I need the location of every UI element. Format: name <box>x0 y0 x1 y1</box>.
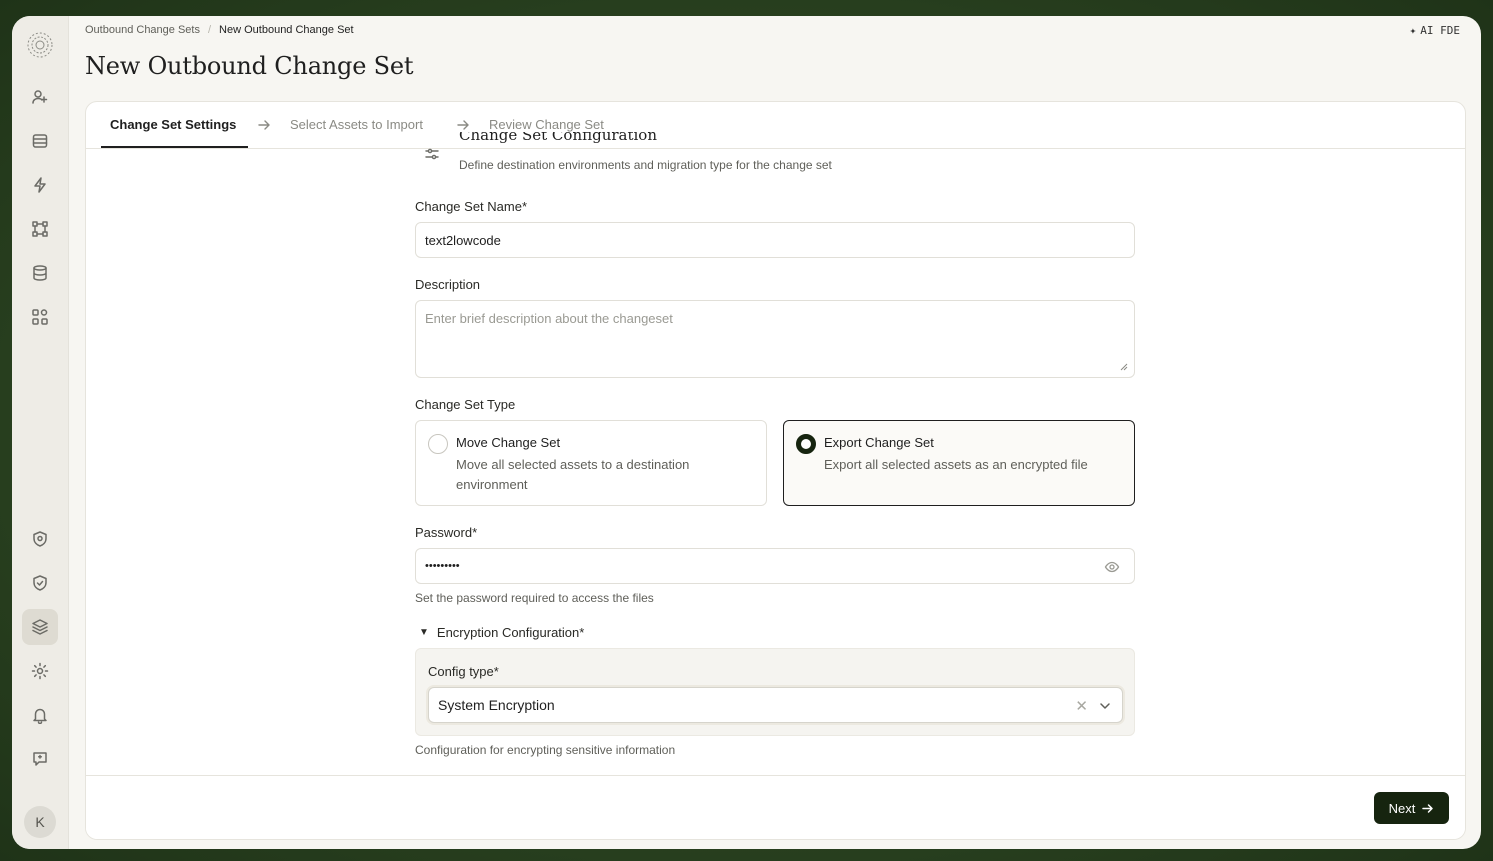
change-set-name-input[interactable]: text2lowcode <box>415 222 1135 258</box>
layers-icon[interactable] <box>22 609 58 645</box>
next-button[interactable]: Next <box>1374 792 1449 824</box>
workflow-icon[interactable] <box>22 211 58 247</box>
bell-icon[interactable] <box>22 697 58 733</box>
feedback-icon[interactable] <box>22 741 58 777</box>
password-value: ••••••••• <box>425 560 460 572</box>
chevron-down-icon[interactable] <box>1098 699 1112 713</box>
section-title: Change Set Configuration <box>459 132 658 144</box>
tab-review-change-set[interactable]: Review Change Set <box>489 117 604 132</box>
password-input[interactable]: ••••••••• <box>415 548 1135 584</box>
storage-icon[interactable] <box>22 255 58 291</box>
breadcrumb-parent[interactable]: Outbound Change Sets <box>85 24 200 36</box>
encryption-help: Configuration for encrypting sensitive i… <box>415 743 676 757</box>
database-table-icon[interactable] <box>22 123 58 159</box>
move-change-set-option[interactable]: Move Change Set Move all selected assets… <box>415 420 767 506</box>
radio-selected[interactable] <box>796 434 816 454</box>
encryption-config-toggle[interactable]: ▼ Encryption Configuration* <box>419 625 584 640</box>
active-tab-indicator <box>101 146 248 148</box>
arrow-right-icon <box>256 117 272 133</box>
sparkle-icon: ✦ <box>1409 24 1417 37</box>
encryption-config-panel: Config type* System Encryption ✕ <box>415 648 1135 736</box>
section-header: Change Set Configuration Define destinat… <box>415 132 1135 172</box>
option-title: Export Change Set <box>824 435 934 450</box>
option-description: Move all selected assets to a destinatio… <box>456 457 690 492</box>
option-title: Move Change Set <box>456 435 561 450</box>
tab-change-set-settings[interactable]: Change Set Settings <box>110 117 236 132</box>
avatar[interactable]: K <box>24 806 56 838</box>
description-label: Description <box>415 277 481 292</box>
shield-settings-icon[interactable] <box>22 521 58 557</box>
logo-icon[interactable] <box>25 30 55 60</box>
config-type-label: Config type* <box>428 664 499 679</box>
breadcrumb-separator: / <box>207 24 212 36</box>
clear-icon[interactable]: ✕ <box>1075 697 1088 715</box>
shield-check-icon[interactable] <box>22 565 58 601</box>
config-type-select[interactable]: System Encryption ✕ <box>428 687 1123 723</box>
password-label: Password* <box>415 525 478 540</box>
users-icon[interactable] <box>22 79 58 115</box>
triangle-down-icon: ▼ <box>419 627 429 638</box>
arrow-right-icon <box>455 117 471 133</box>
ai-fde-label: AI FDE <box>1420 24 1460 37</box>
config-type-value: System Encryption <box>438 697 555 713</box>
description-placeholder: Enter brief description about the change… <box>425 311 673 326</box>
sidebar: K <box>12 16 69 849</box>
form-card: Change Set Settings Select Assets to Imp… <box>85 101 1466 840</box>
breadcrumb-current: New Outbound Change Set <box>219 24 354 36</box>
option-description: Export all selected assets as an encrypt… <box>824 457 1088 472</box>
radio-unselected[interactable] <box>428 434 448 454</box>
eye-icon[interactable] <box>1104 559 1120 575</box>
app-window: K Outbound Change Sets / New Outbound Ch… <box>12 16 1481 849</box>
next-label: Next <box>1388 800 1416 816</box>
resize-handle-icon[interactable] <box>1120 363 1128 371</box>
breadcrumb: Outbound Change Sets / New Outbound Chan… <box>85 24 354 36</box>
tab-select-assets[interactable]: Select Assets to Import <box>290 117 423 132</box>
lightning-icon[interactable] <box>22 167 58 203</box>
section-description: Define destination environments and migr… <box>459 158 832 172</box>
change-set-name-label: Change Set Name* <box>415 199 528 214</box>
export-change-set-option[interactable]: Export Change Set Export all selected as… <box>783 420 1135 506</box>
arrow-right-icon <box>1422 803 1434 813</box>
page-title: New Outbound Change Set <box>85 52 414 80</box>
password-help: Set the password required to access the … <box>415 591 654 605</box>
ai-fde-button[interactable]: ✦ AI FDE <box>1410 24 1460 37</box>
change-set-type-label: Change Set Type <box>415 397 516 412</box>
gear-icon[interactable] <box>22 653 58 689</box>
apps-icon[interactable] <box>22 299 58 335</box>
description-textarea[interactable]: Enter brief description about the change… <box>415 300 1135 378</box>
footer-bar: Next <box>86 775 1465 839</box>
encryption-config-label: Encryption Configuration* <box>436 625 585 640</box>
sliders-icon <box>424 146 440 162</box>
